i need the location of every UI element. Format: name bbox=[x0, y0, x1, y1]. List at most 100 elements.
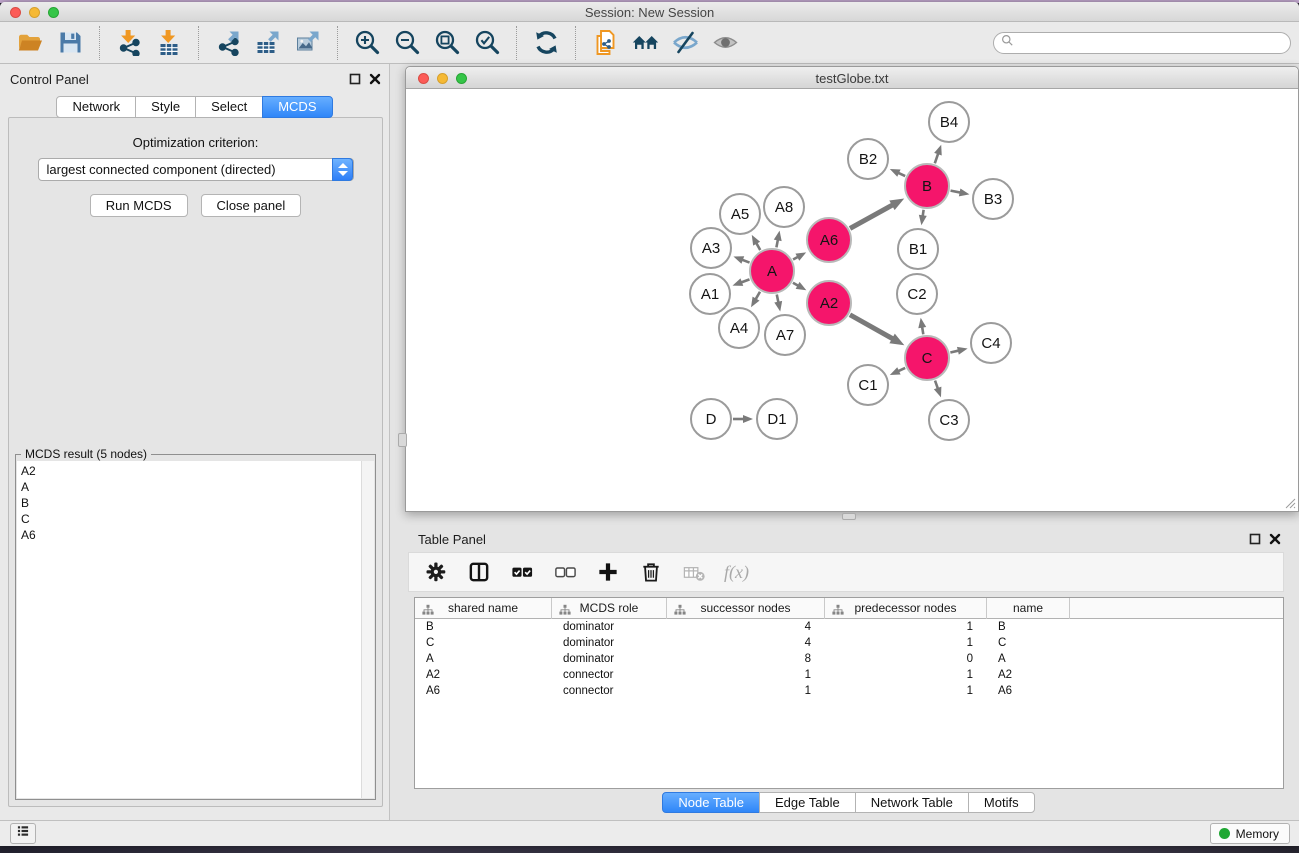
cell-successor-nodes[interactable]: 1 bbox=[667, 667, 825, 683]
table-row[interactable]: A2connector11A2 bbox=[415, 667, 1283, 683]
result-list-item[interactable]: A6 bbox=[21, 527, 374, 543]
cell-name[interactable]: A6 bbox=[987, 683, 1070, 699]
graph-node-B4[interactable]: B4 bbox=[929, 102, 969, 142]
graph-node-C4[interactable]: C4 bbox=[971, 323, 1011, 363]
edge-A6-B[interactable] bbox=[850, 204, 894, 228]
cell-shared-name[interactable]: A bbox=[415, 651, 552, 667]
graph-node-A5[interactable]: A5 bbox=[720, 194, 760, 234]
zoom-selected-icon[interactable] bbox=[471, 27, 503, 59]
result-list-item[interactable]: A bbox=[21, 479, 374, 495]
horizontal-splitter-handle[interactable] bbox=[842, 513, 856, 520]
cell-successor-nodes[interactable]: 4 bbox=[667, 619, 825, 635]
graph-node-D[interactable]: D bbox=[691, 399, 731, 439]
zoom-in-icon[interactable] bbox=[351, 27, 383, 59]
graph-node-C2[interactable]: C2 bbox=[897, 274, 937, 314]
graph-node-B2[interactable]: B2 bbox=[848, 139, 888, 179]
table-row[interactable]: Cdominator41C bbox=[415, 635, 1283, 651]
clone-network-icon[interactable] bbox=[589, 27, 621, 59]
cell-shared-name[interactable]: C bbox=[415, 635, 552, 651]
cell-shared-name[interactable]: A6 bbox=[415, 683, 552, 699]
graph-node-B[interactable]: B bbox=[905, 164, 949, 208]
close-table-panel-icon[interactable] bbox=[1269, 533, 1281, 545]
save-session-icon[interactable] bbox=[54, 27, 86, 59]
search-field[interactable] bbox=[993, 32, 1291, 54]
cell-successor-nodes[interactable]: 8 bbox=[667, 651, 825, 667]
mcds-result-list[interactable]: A2ABCA6 bbox=[17, 461, 374, 798]
table-tab-edge-table[interactable]: Edge Table bbox=[759, 792, 856, 813]
refresh-network-icon[interactable] bbox=[530, 27, 562, 59]
tab-network[interactable]: Network bbox=[56, 96, 136, 118]
cell-successor-nodes[interactable]: 1 bbox=[667, 683, 825, 699]
graph-node-A[interactable]: A bbox=[750, 249, 794, 293]
cell-name[interactable]: A2 bbox=[987, 667, 1070, 683]
graph-node-A8[interactable]: A8 bbox=[764, 187, 804, 227]
hide-graphics-details-icon[interactable] bbox=[669, 27, 701, 59]
table-row[interactable]: Adominator80A bbox=[415, 651, 1283, 667]
cell-mcds-role[interactable]: connector bbox=[552, 683, 667, 699]
preferred-layout-icon[interactable] bbox=[629, 27, 661, 59]
table-tab-network-table[interactable]: Network Table bbox=[855, 792, 969, 813]
import-table-icon[interactable] bbox=[153, 27, 185, 59]
column-header-successor-nodes[interactable]: successor nodes bbox=[667, 598, 825, 619]
network-graph[interactable]: B4B2BB3A8A5A6A3B1AA1C2A2A4A7C4CC1DD1C3 bbox=[406, 89, 1298, 511]
cell-name[interactable]: A bbox=[987, 651, 1070, 667]
tab-mcds[interactable]: MCDS bbox=[262, 96, 332, 118]
show-graphics-details-icon[interactable] bbox=[709, 27, 741, 59]
result-list-item[interactable]: A2 bbox=[21, 463, 374, 479]
table-row[interactable]: A6connector11A6 bbox=[415, 683, 1283, 699]
column-header-mcds-role[interactable]: MCDS role bbox=[552, 598, 667, 619]
cell-mcds-role[interactable]: connector bbox=[552, 667, 667, 683]
column-chooser-icon[interactable] bbox=[466, 559, 492, 585]
add-column-icon[interactable] bbox=[595, 559, 621, 585]
cell-predecessor-nodes[interactable]: 0 bbox=[825, 651, 987, 667]
graph-node-A6[interactable]: A6 bbox=[807, 218, 851, 262]
column-header-shared-name[interactable]: shared name bbox=[415, 598, 552, 619]
cell-predecessor-nodes[interactable]: 1 bbox=[825, 635, 987, 651]
network-canvas[interactable]: B4B2BB3A8A5A6A3B1AA1C2A2A4A7C4CC1DD1C3 bbox=[406, 89, 1298, 511]
cell-predecessor-nodes[interactable]: 1 bbox=[825, 667, 987, 683]
cell-mcds-role[interactable]: dominator bbox=[552, 619, 667, 635]
search-input[interactable] bbox=[1018, 34, 1290, 52]
graph-node-B3[interactable]: B3 bbox=[973, 179, 1013, 219]
zoom-fit-icon[interactable] bbox=[431, 27, 463, 59]
cell-name[interactable]: C bbox=[987, 635, 1070, 651]
table-row[interactable]: Bdominator41B bbox=[415, 619, 1283, 635]
column-header-predecessor-nodes[interactable]: predecessor nodes bbox=[825, 598, 987, 619]
float-table-panel-icon[interactable] bbox=[1249, 533, 1261, 545]
result-list-item[interactable]: B bbox=[21, 495, 374, 511]
tab-select[interactable]: Select bbox=[195, 96, 263, 118]
graph-node-B1[interactable]: B1 bbox=[898, 229, 938, 269]
cell-successor-nodes[interactable]: 4 bbox=[667, 635, 825, 651]
cell-predecessor-nodes[interactable]: 1 bbox=[825, 619, 987, 635]
export-network-icon[interactable] bbox=[212, 27, 244, 59]
export-table-icon[interactable] bbox=[252, 27, 284, 59]
settings-icon[interactable] bbox=[423, 559, 449, 585]
result-scrollbar[interactable] bbox=[361, 461, 374, 798]
edge-A2-C[interactable] bbox=[850, 315, 894, 340]
node-table[interactable]: shared nameMCDS rolesuccessor nodesprede… bbox=[414, 597, 1284, 789]
graph-node-C1[interactable]: C1 bbox=[848, 365, 888, 405]
cell-shared-name[interactable]: A2 bbox=[415, 667, 552, 683]
criterion-select[interactable]: largest connected component (directed) bbox=[38, 158, 354, 181]
open-file-icon[interactable] bbox=[14, 27, 46, 59]
tab-style[interactable]: Style bbox=[135, 96, 196, 118]
graph-node-A3[interactable]: A3 bbox=[691, 228, 731, 268]
table-tab-motifs[interactable]: Motifs bbox=[968, 792, 1035, 813]
graph-node-A1[interactable]: A1 bbox=[690, 274, 730, 314]
cell-shared-name[interactable]: B bbox=[415, 619, 552, 635]
graph-node-C[interactable]: C bbox=[905, 336, 949, 380]
cell-name[interactable]: B bbox=[987, 619, 1070, 635]
table-tab-node-table[interactable]: Node Table bbox=[662, 792, 760, 813]
float-panel-icon[interactable] bbox=[349, 73, 361, 85]
result-list-item[interactable]: C bbox=[21, 511, 374, 527]
graph-node-D1[interactable]: D1 bbox=[757, 399, 797, 439]
graph-node-C3[interactable]: C3 bbox=[929, 400, 969, 440]
delete-column-icon[interactable] bbox=[638, 559, 664, 585]
deselect-all-icon[interactable] bbox=[552, 559, 578, 585]
close-panel-button[interactable]: Close panel bbox=[201, 194, 302, 217]
graph-node-A2[interactable]: A2 bbox=[807, 281, 851, 325]
cell-predecessor-nodes[interactable]: 1 bbox=[825, 683, 987, 699]
zoom-out-icon[interactable] bbox=[391, 27, 423, 59]
vertical-splitter-handle[interactable] bbox=[398, 433, 407, 447]
export-image-icon[interactable] bbox=[292, 27, 324, 59]
